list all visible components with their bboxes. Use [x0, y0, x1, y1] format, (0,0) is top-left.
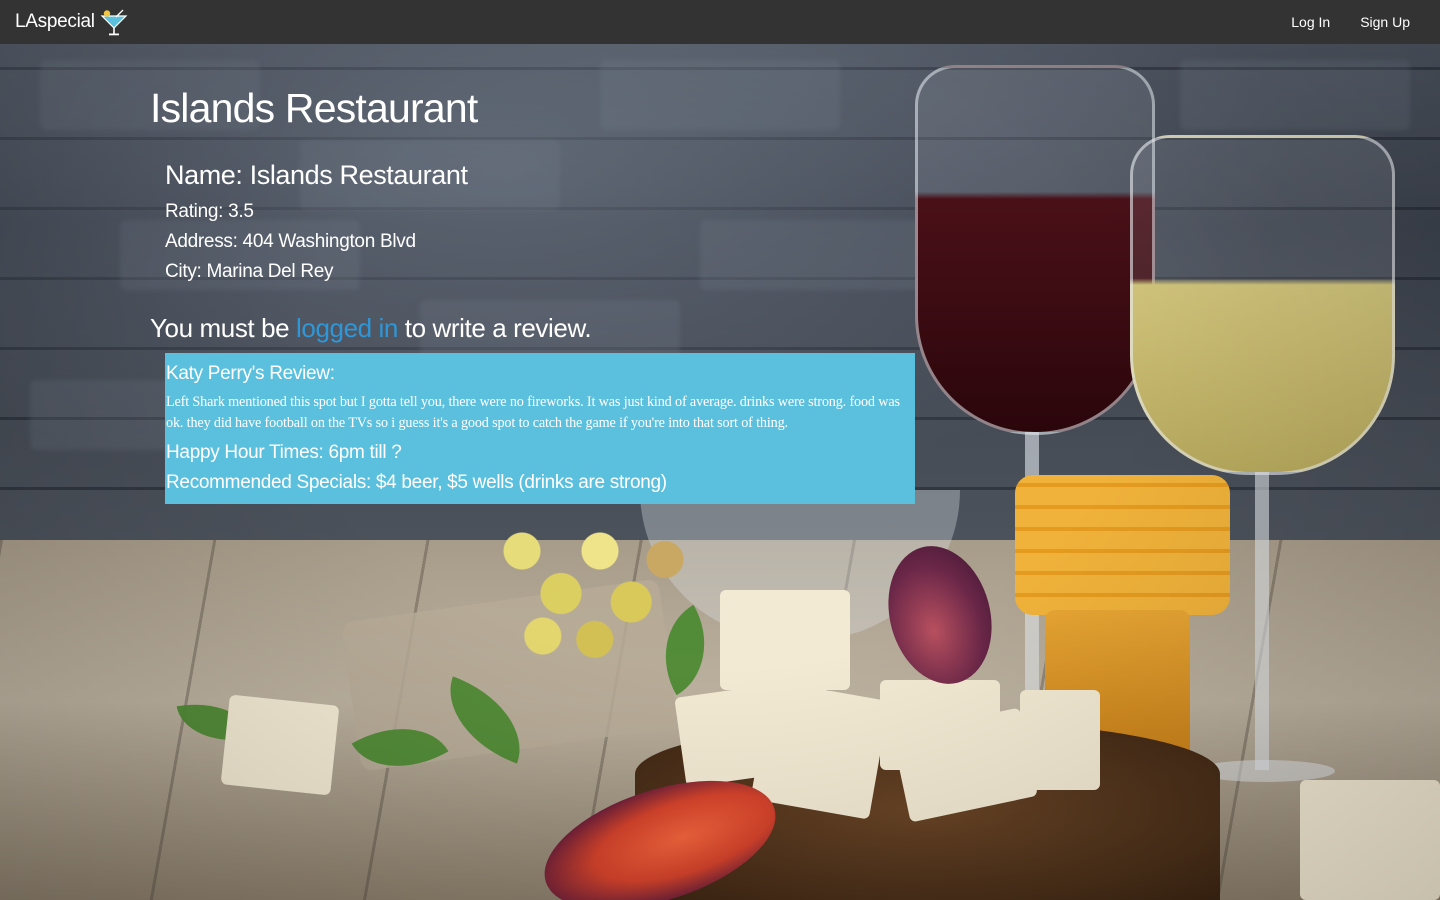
restaurant-city: City: Marina Del Rey: [165, 261, 334, 283]
review-card: Katy Perry's Review: Left Shark mentione…: [165, 352, 915, 504]
restaurant-name: Name: Islands Restaurant: [165, 160, 468, 191]
happy-hour-times: Happy Hour Times: 6pm till ?: [166, 441, 402, 463]
prompt-suffix: to write a review.: [397, 313, 592, 344]
restaurant-address: Address: 404 Washington Blvd: [165, 231, 416, 253]
logged-in-link[interactable]: logged in: [296, 313, 398, 343]
recommended-specials: Recommended Specials: $4 beer, $5 wells …: [166, 471, 667, 493]
restaurant-info: Name: Islands Restaurant Rating: 3.5 Add…: [165, 159, 950, 287]
review-login-prompt: You must be logged in to write a review.: [150, 313, 950, 344]
nav-links: Log In Sign Up: [1291, 0, 1410, 44]
signup-link[interactable]: Sign Up: [1360, 14, 1410, 30]
review-author-heading: Katy Perry's Review:: [166, 362, 335, 384]
navbar: LAspecial Log In Sign Up: [0, 0, 1440, 44]
brand-name: LAspecial: [15, 11, 95, 32]
review-body: Left Shark mentioned this spot but I got…: [166, 393, 900, 431]
brand-logo-link[interactable]: LAspecial: [15, 0, 129, 44]
cocktail-icon: [99, 8, 129, 38]
page-title: Islands Restaurant: [150, 85, 478, 131]
login-link[interactable]: Log In: [1291, 14, 1330, 30]
main-content: Islands Restaurant Name: Islands Restaur…: [150, 44, 950, 504]
prompt-prefix: You must be: [150, 313, 297, 344]
restaurant-rating: Rating: 3.5: [165, 201, 254, 223]
